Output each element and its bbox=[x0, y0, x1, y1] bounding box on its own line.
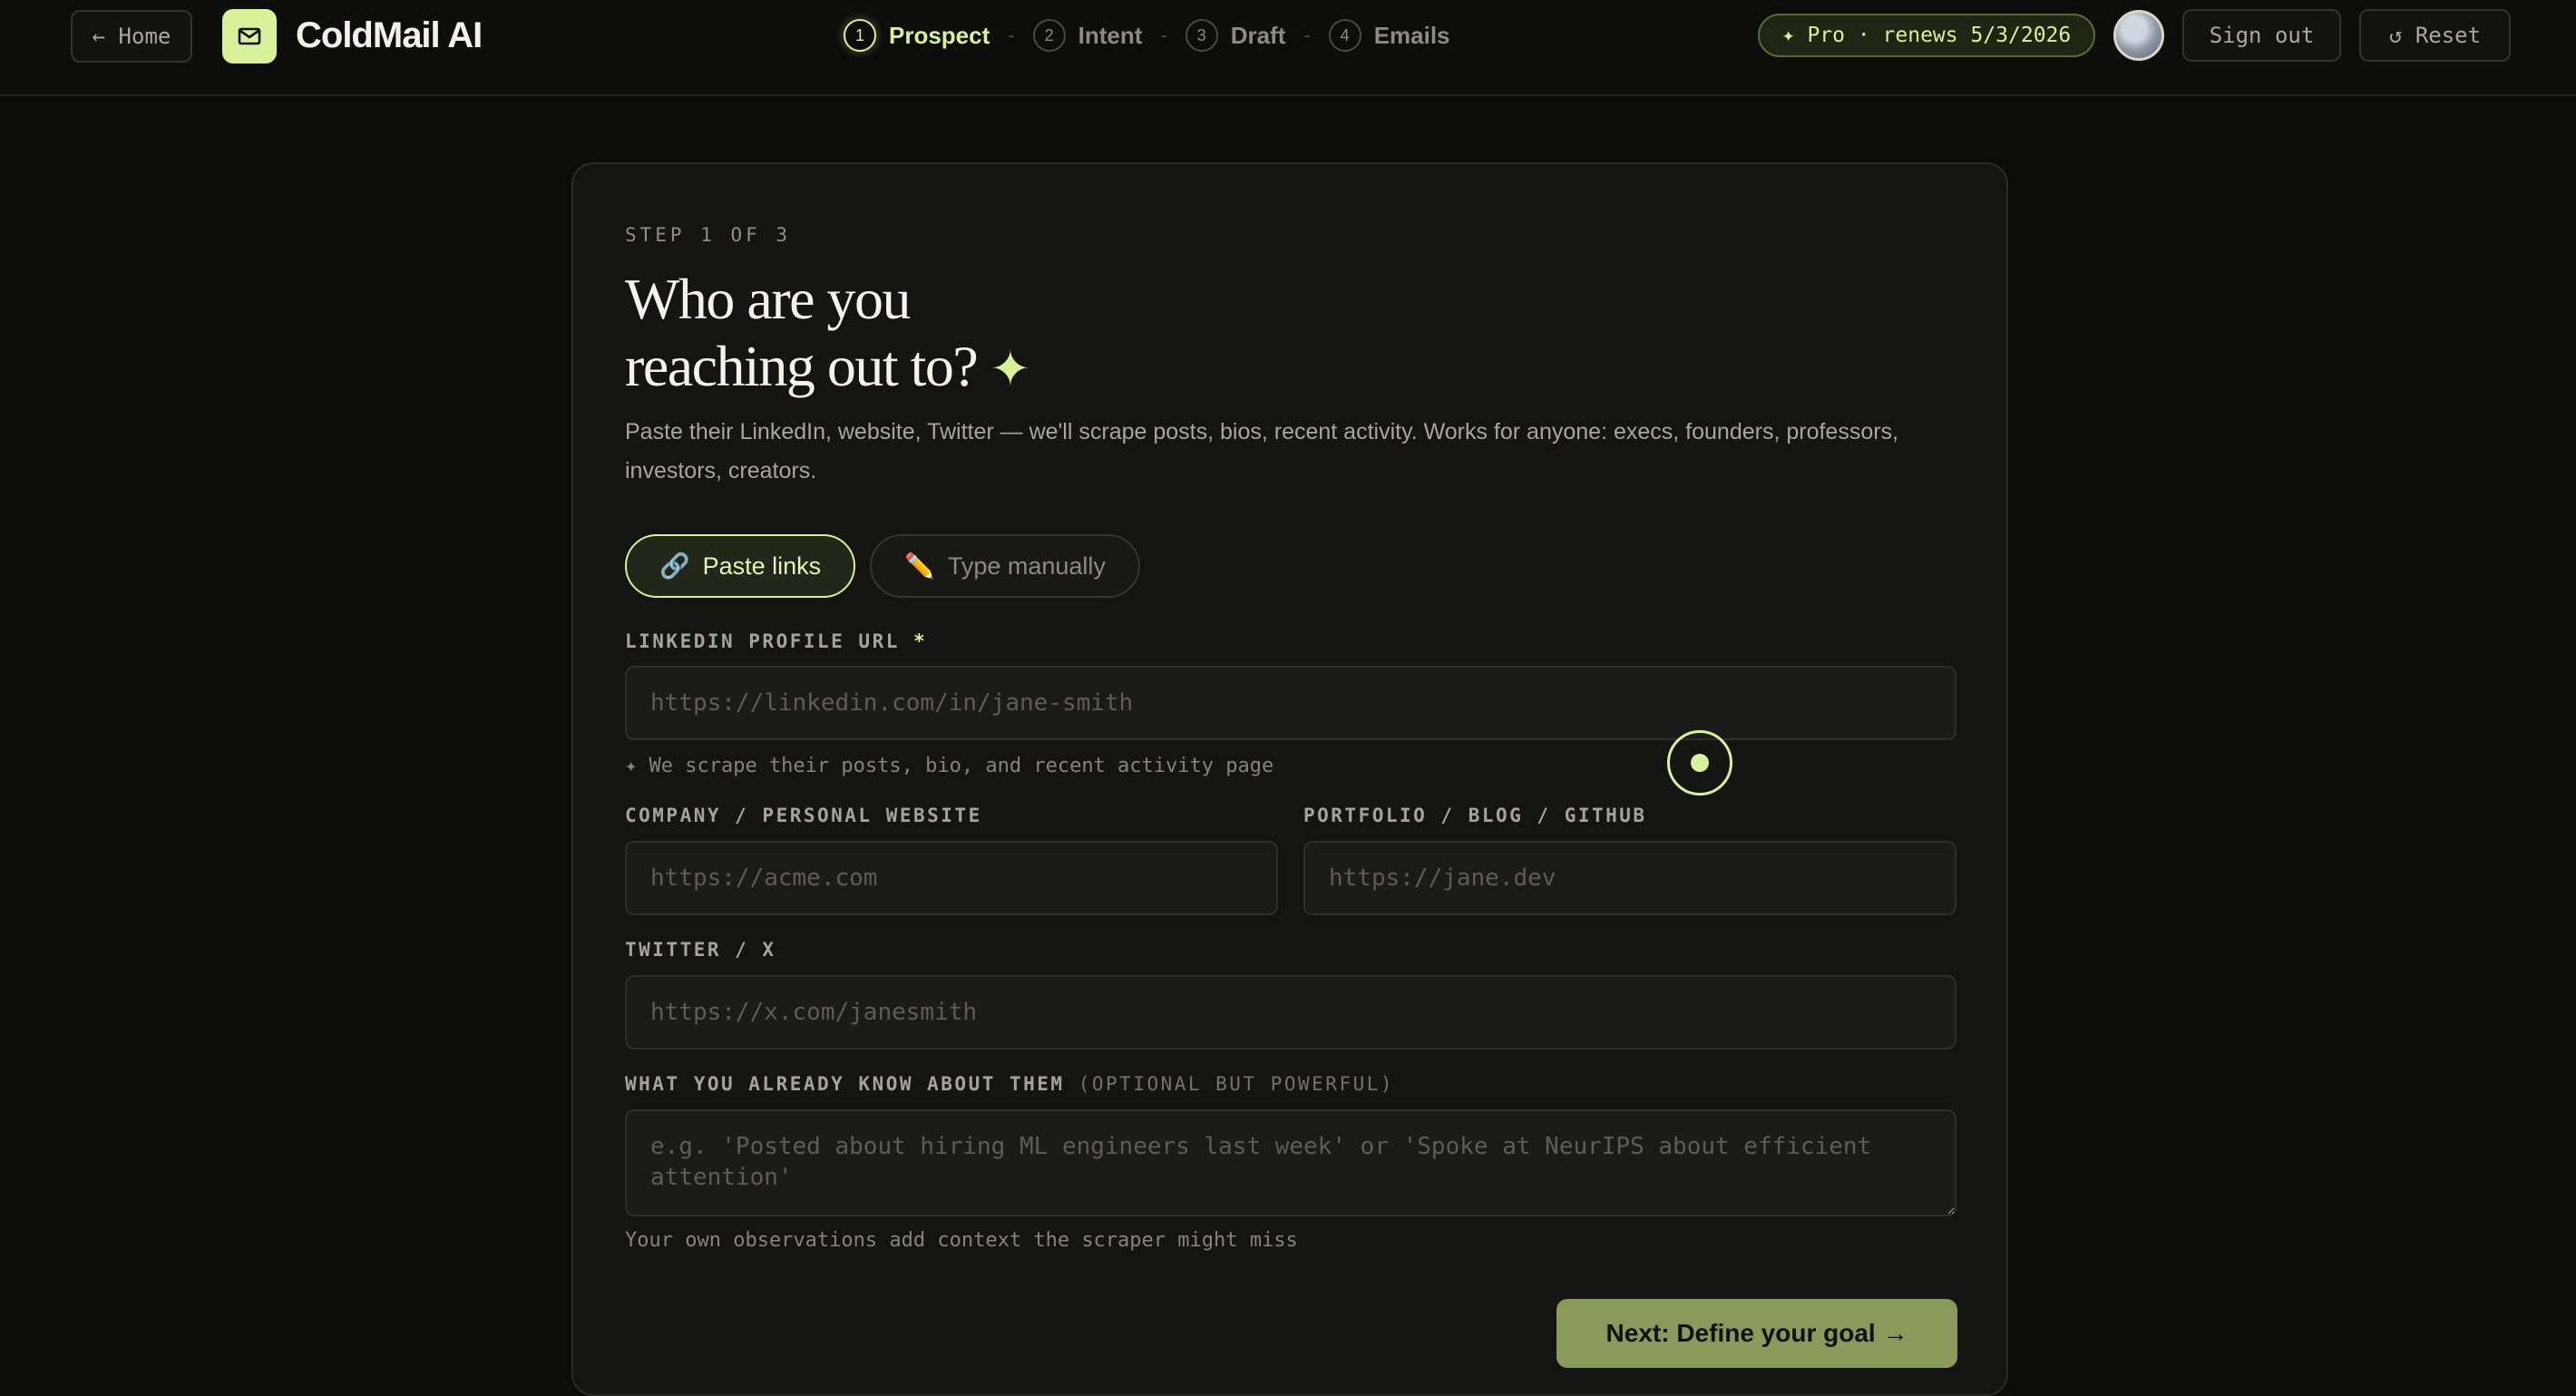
sign-out-label: Sign out bbox=[2209, 23, 2315, 48]
linkedin-url-input[interactable] bbox=[625, 666, 1956, 740]
tab-label: Type manually bbox=[947, 552, 1106, 580]
step-number: 1 bbox=[844, 19, 876, 52]
next-button-label: Next: Define your goal → bbox=[1605, 1319, 1908, 1347]
pro-badge[interactable]: ✦ Pro · renews 5/3/2026 bbox=[1758, 14, 2095, 57]
page-title: Who are you reaching out to? ✦ bbox=[625, 266, 1441, 403]
step-prospect[interactable]: 1 Prospect bbox=[844, 19, 990, 52]
website-label: COMPANY / PERSONAL WEBSITE bbox=[625, 805, 982, 826]
reset-label: ↺ Reset bbox=[2388, 23, 2482, 48]
step-label: Draft bbox=[1230, 21, 1286, 49]
website-url-input[interactable] bbox=[625, 841, 1278, 915]
twitter-url-input[interactable] bbox=[625, 975, 1956, 1049]
step-separator: - bbox=[1008, 24, 1015, 46]
page-subtitle: Paste their LinkedIn, website, Twitter —… bbox=[625, 419, 1899, 483]
linkedin-label-text: LINKEDIN PROFILE URL bbox=[625, 630, 900, 652]
step-emails[interactable]: 4 Emails bbox=[1328, 19, 1450, 52]
input-mode-tabs: 🔗 Paste links ✏️ Type manually bbox=[625, 534, 1140, 598]
step-label: Intent bbox=[1078, 21, 1143, 49]
notes-label-text: WHAT YOU ALREADY KNOW ABOUT THEM bbox=[625, 1073, 1065, 1095]
prospect-card: STEP 1 OF 3 Who are you reaching out to?… bbox=[571, 162, 2008, 1396]
sign-out-button[interactable]: Sign out bbox=[2182, 9, 2341, 62]
portfolio-url-input[interactable] bbox=[1303, 841, 1956, 915]
notes-label: WHAT YOU ALREADY KNOW ABOUT THEM (OPTION… bbox=[625, 1073, 1394, 1095]
step-label: Emails bbox=[1373, 21, 1450, 49]
tab-label: Paste links bbox=[702, 552, 822, 580]
avatar[interactable] bbox=[2113, 10, 2164, 61]
step-separator: - bbox=[1303, 24, 1311, 46]
title-line-2: reaching out to? ✦ bbox=[625, 333, 1441, 403]
brand-name: ColdMail AI bbox=[296, 15, 483, 55]
tab-paste-links[interactable]: 🔗 Paste links bbox=[625, 534, 856, 598]
step-intent[interactable]: 2 Intent bbox=[1032, 19, 1143, 52]
required-mark: * bbox=[913, 630, 928, 652]
linkedin-label: LINKEDIN PROFILE URL * bbox=[625, 630, 927, 652]
step-label: Prospect bbox=[889, 21, 990, 49]
step-number: 2 bbox=[1032, 19, 1066, 52]
tab-type-manually[interactable]: ✏️ Type manually bbox=[870, 534, 1140, 598]
step-number: 3 bbox=[1185, 19, 1218, 52]
notes-label-optional: (OPTIONAL BUT POWERFUL) bbox=[1078, 1073, 1395, 1095]
linkedin-hint: ✦ We scrape their posts, bio, and recent… bbox=[625, 755, 1274, 777]
step-separator: - bbox=[1160, 24, 1167, 46]
title-line-1: Who are you bbox=[625, 267, 912, 331]
home-button[interactable]: ← Home bbox=[71, 10, 192, 63]
step-eyebrow: STEP 1 OF 3 bbox=[625, 224, 792, 246]
cursor-dot bbox=[1691, 754, 1709, 772]
cursor-indicator-icon bbox=[1667, 730, 1732, 796]
step-draft[interactable]: 3 Draft bbox=[1185, 19, 1286, 52]
title-line-2-text: reaching out to? bbox=[625, 334, 979, 398]
link-icon: 🔗 bbox=[659, 552, 690, 580]
step-number: 4 bbox=[1328, 19, 1361, 52]
pencil-icon: ✏️ bbox=[904, 552, 935, 580]
home-button-label: ← Home bbox=[92, 24, 171, 49]
pro-badge-label: ✦ Pro · renews 5/3/2026 bbox=[1781, 24, 2072, 47]
twitter-label: TWITTER / X bbox=[625, 939, 776, 961]
reset-button[interactable]: ↺ Reset bbox=[2359, 9, 2511, 62]
portfolio-label: PORTFOLIO / BLOG / GITHUB bbox=[1303, 805, 1647, 826]
notes-textarea[interactable] bbox=[625, 1109, 1956, 1216]
mail-logo-icon bbox=[222, 9, 277, 63]
notes-hint: Your own observations add context the sc… bbox=[625, 1229, 1298, 1252]
step-indicator: 1 Prospect - 2 Intent - 3 Draft - 4 Emai… bbox=[844, 15, 1450, 56]
next-button[interactable]: Next: Define your goal → bbox=[1556, 1299, 1957, 1368]
top-bar: ← Home ColdMail AI 1 Prospect - 2 Intent… bbox=[0, 0, 2576, 96]
sparkle-icon: ✦ bbox=[990, 342, 1030, 396]
